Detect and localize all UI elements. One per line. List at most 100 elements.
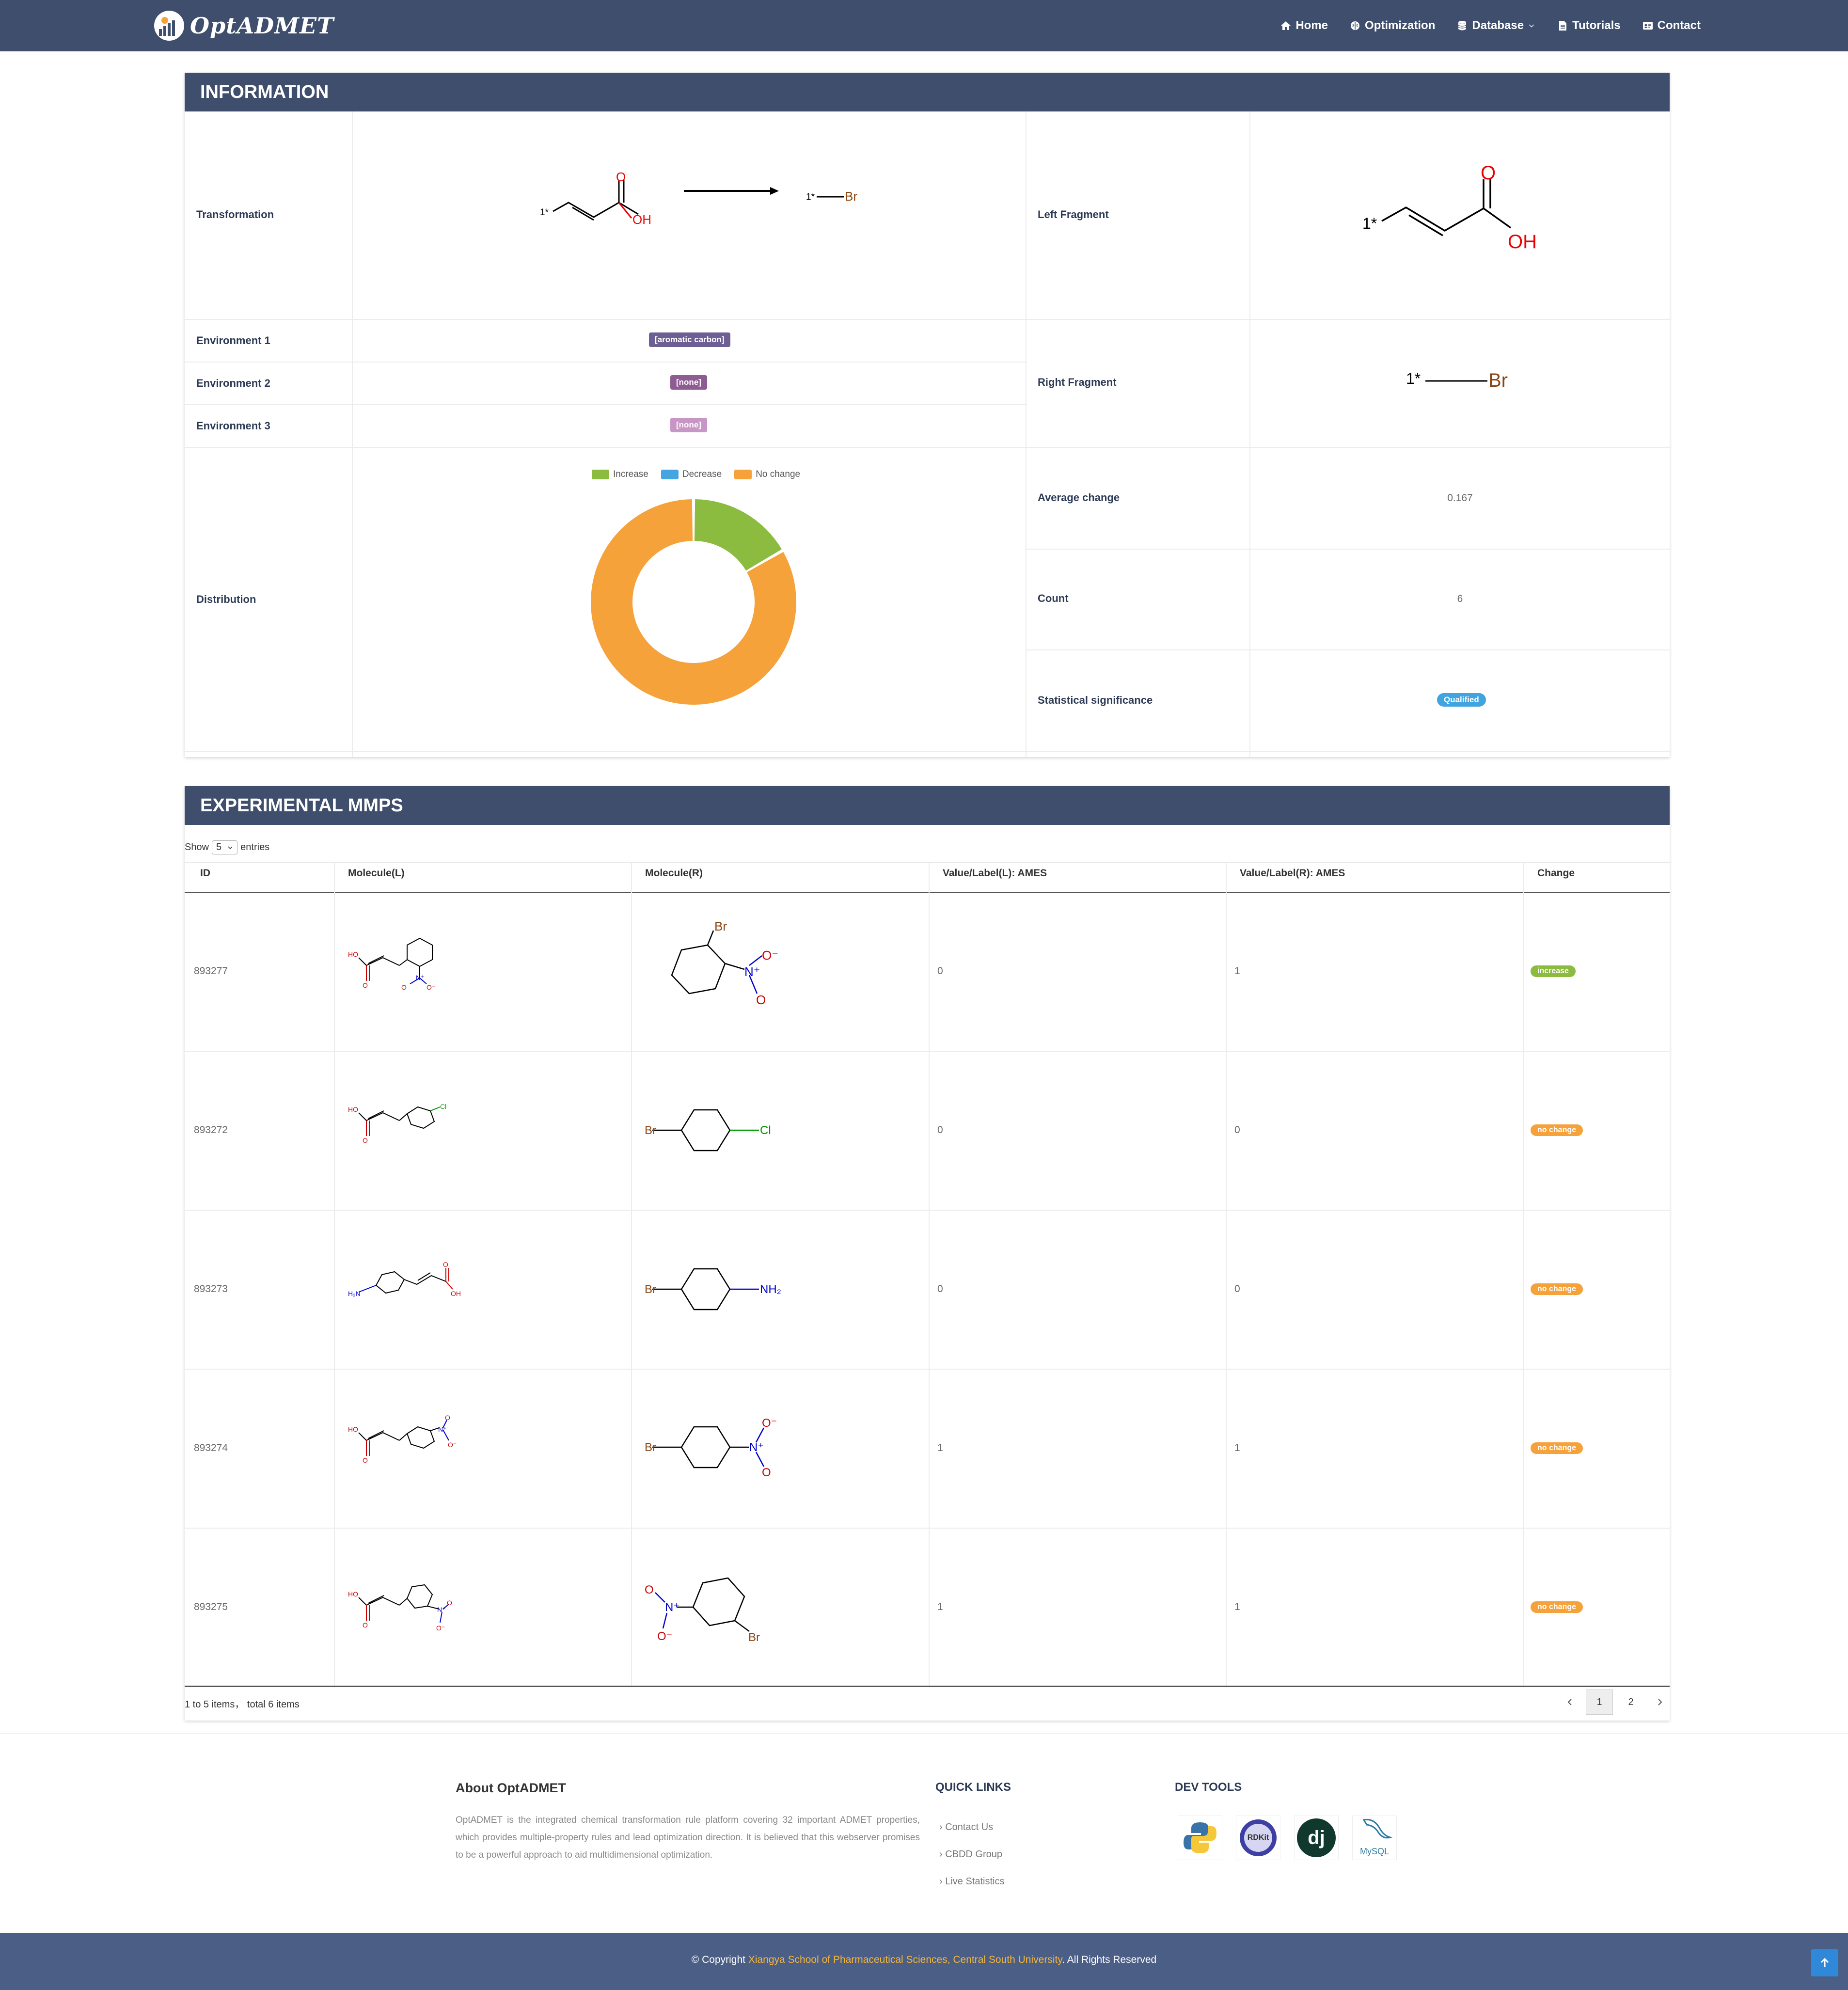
distribution-label: Distribution [196,593,256,605]
column-header-value-r[interactable]: Value/Label(R): AMES [1240,868,1345,879]
rdkit-logo-icon[interactable]: RDKit [1236,1816,1280,1860]
right-fragment-label: Right Fragment [1038,376,1117,388]
legend-no-change[interactable]: No change [734,469,800,480]
next-page-button[interactable] [1649,1690,1671,1714]
divider [352,111,353,757]
divider [185,1528,1670,1529]
qualified-badge: Qualified [1437,693,1486,707]
dolphin-icon [1362,1818,1393,1839]
column-header-value-l[interactable]: Value/Label(L): AMES [943,868,1047,879]
divider [1026,447,1670,448]
change-badge: no change [1531,1442,1583,1454]
quick-link-cbdd-group[interactable]: › CBDD Group [939,1841,1004,1868]
nav-home-label: Home [1295,19,1328,32]
atom-label: O⁻ [436,1624,445,1632]
python-logo-icon[interactable] [1178,1816,1222,1860]
page-size-select[interactable]: 5 [212,840,238,854]
row-value-l: 0 [937,965,943,977]
divider [631,862,632,1686]
divider [185,447,1026,448]
legend-label: No change [756,469,801,479]
copyright-suffix: . All Rights Reserved [1062,1954,1157,1965]
page-1-button[interactable]: 1 [1586,1690,1613,1715]
divider [1523,862,1524,1686]
molecule-r-structure: N⁺ O O⁻ Br [645,1577,760,1644]
divider [1026,319,1670,320]
molecule-r-structure: Br Cl [645,1109,771,1152]
atom-label: O⁻ [762,1417,777,1430]
atom-label: Br [714,919,727,933]
legend-decrease[interactable]: Decrease [661,469,722,480]
change-badge: increase [1531,965,1576,977]
row-id: 893272 [194,1124,228,1136]
page-2-button[interactable]: 2 [1618,1690,1644,1714]
row-value-l: 1 [937,1601,943,1612]
about-title: About OptADMET [456,1781,566,1795]
chevron-left-icon [1567,1699,1572,1706]
mysql-label: MySQL [1359,1847,1389,1856]
brand-link[interactable]: OptADMET [154,11,334,41]
information-card: INFORMATION Transformation Environment 1… [185,73,1670,757]
top-navbar: OptADMET Home Optimization Database Tuto… [0,0,1848,51]
column-header-id[interactable]: ID [200,868,210,879]
row-value-r: 0 [1234,1124,1240,1136]
chevron-right-icon: › [939,1849,946,1860]
django-logo-icon[interactable]: dj [1294,1816,1339,1860]
quick-link-label: CBDD Group [945,1849,1003,1860]
footer: About OptADMET OptADMET is the integrate… [0,1733,1848,1934]
molecule-l-structure: H₂N O OH [348,1261,461,1297]
nav-database[interactable]: Database [1456,19,1535,32]
atom-label: N⁺ [749,1441,764,1454]
column-header-molecule-r[interactable]: Molecule(R) [645,868,703,879]
quick-link-live-statistics[interactable]: › Live Statistics [939,1868,1004,1895]
atom-label: Cl [760,1124,771,1137]
dev-tools-title: DEV TOOLS [1175,1781,1242,1794]
donut-slice-increase[interactable] [694,499,782,571]
column-header-molecule-l[interactable]: Molecule(L) [348,868,405,879]
chevron-right-icon [1658,1699,1662,1706]
column-header-change[interactable]: Change [1537,868,1575,879]
mysql-logo-icon[interactable]: MySQL [1352,1816,1397,1860]
document-icon [1559,21,1567,31]
nav-optimization-label: Optimization [1365,19,1436,32]
legend-swatch [592,470,609,479]
legend-swatch [661,470,679,479]
row-value-l: 0 [937,1124,943,1136]
nav-tutorials[interactable]: Tutorials [1557,19,1621,32]
copyright-link[interactable]: Xiangya School of Pharmaceutical Science… [748,1954,1062,1965]
molecule-l-structure: HO O N⁺ O O⁻ [348,937,435,991]
atom-label: Br [645,1441,656,1454]
row-value-r: 1 [1234,965,1240,977]
arrow-up-icon [1820,1958,1829,1967]
prev-page-button[interactable] [1559,1690,1581,1714]
row-value-l: 1 [937,1442,943,1453]
change-badge: no change [1531,1601,1583,1613]
nav-contact[interactable]: Contact [1642,19,1701,32]
divider [334,862,335,1686]
back-to-top-button[interactable] [1811,1949,1838,1976]
row-id: 893277 [194,965,228,977]
left-fragment-structure: 1* O OH [1362,162,1537,253]
chevron-right-icon: › [939,1822,946,1832]
nav-home[interactable]: Home [1280,19,1328,32]
atom-label: HO [348,950,358,958]
atom-label: Br [645,1124,656,1137]
molecule-l-structure: HO O N⁺ O O⁻ [348,1584,452,1632]
divider [185,319,1026,320]
count-value: 6 [1457,593,1463,604]
change-badge: no change [1531,1124,1583,1136]
quick-link-contact-us[interactable]: › Contact Us [939,1814,1004,1841]
row-id: 893275 [194,1601,228,1612]
atom-label: O [447,1599,452,1607]
quick-links-title: QUICK LINKS [935,1781,1011,1794]
divider [1026,111,1027,757]
atom-label: Br [748,1631,760,1644]
header-divider [185,892,1670,893]
left-fragment-label: Left Fragment [1038,208,1109,221]
nav-optimization[interactable]: Optimization [1349,19,1435,32]
atom-label: O [645,1583,654,1596]
main-nav: Home Optimization Database Tutorials Con… [1280,0,1701,51]
one-star-label: 1* [806,192,815,202]
legend-increase[interactable]: Increase [592,469,648,480]
row-value-r: 0 [1234,1283,1240,1295]
